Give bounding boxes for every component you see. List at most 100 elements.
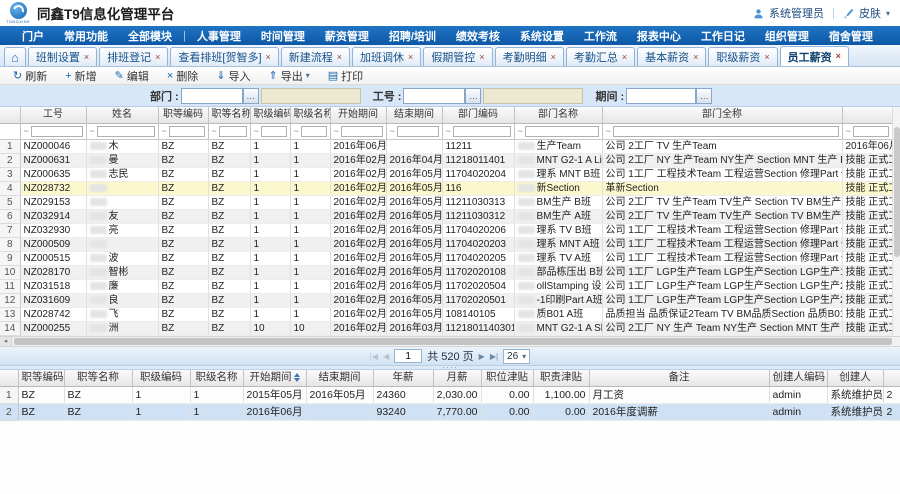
column-header[interactable]: 开始期间: [330, 107, 386, 123]
table-row[interactable]: 13NZ028742飞BZBZ112016年02月2016年05月1081401…: [0, 307, 892, 321]
column-header[interactable]: 创建人: [827, 370, 883, 386]
last-page-button[interactable]: ▶|: [490, 352, 498, 361]
period-browse-button[interactable]: …: [696, 88, 712, 104]
column-header[interactable]: 结束期间: [306, 370, 373, 386]
table-row[interactable]: 3NZ000635志民BZBZ112016年02月2016年05月1170402…: [0, 167, 892, 181]
delete-button[interactable]: ×删除: [158, 68, 207, 84]
menu-item-7[interactable]: 招聘/培训: [379, 28, 446, 44]
empid-filter-input[interactable]: [403, 88, 465, 104]
tab-9[interactable]: 基本薪资×: [637, 47, 706, 66]
scrollbar-thumb[interactable]: [14, 338, 892, 345]
menu-item-10[interactable]: 工作流: [574, 28, 627, 44]
tab-8[interactable]: 考勤汇总×: [566, 47, 635, 66]
table-row[interactable]: 7NZ032930亮BZBZ112016年02月2016年05月11704020…: [0, 223, 892, 237]
column-header[interactable]: 职等名称: [64, 370, 132, 386]
table-row[interactable]: 6NZ032914友BZBZ112016年02月2016年05月11211030…: [0, 209, 892, 223]
column-filter-input[interactable]: [853, 126, 889, 137]
table-row[interactable]: 5NZ029153BZBZ112016年02月2016年05月112110303…: [0, 195, 892, 209]
close-icon[interactable]: ×: [551, 53, 556, 62]
column-filter-input[interactable]: [219, 126, 247, 137]
column-header[interactable]: 职等名称: [208, 107, 250, 123]
close-icon[interactable]: ×: [622, 53, 627, 62]
column-header[interactable]: 工号: [20, 107, 86, 123]
prev-page-button[interactable]: ◀: [383, 352, 389, 361]
tab-2[interactable]: 排班登记×: [99, 47, 168, 66]
column-header[interactable]: [883, 370, 900, 386]
menu-item-9[interactable]: 系统设置: [510, 28, 574, 44]
column-header[interactable]: 职位津贴: [481, 370, 533, 386]
menu-item-14[interactable]: 宿舍管理: [819, 28, 883, 44]
column-filter-input[interactable]: [31, 126, 83, 137]
column-header[interactable]: 备注: [589, 370, 769, 386]
tab-5[interactable]: 加班调休×: [352, 47, 421, 66]
skin-button[interactable]: 皮肤: [859, 5, 881, 21]
column-header[interactable]: 创建人编码: [769, 370, 827, 386]
scrollbar-thumb[interactable]: [894, 127, 900, 257]
menu-item-1[interactable]: 门户: [12, 28, 54, 44]
page-size-select[interactable]: 26 ▾: [503, 349, 530, 364]
column-filter-input[interactable]: [397, 126, 439, 137]
horizontal-scrollbar[interactable]: ◂: [0, 336, 900, 347]
empid-browse-button[interactable]: …: [465, 88, 481, 104]
vertical-scrollbar[interactable]: [892, 107, 900, 336]
column-filter-input[interactable]: [613, 126, 839, 137]
close-icon[interactable]: ×: [266, 53, 271, 62]
print-button[interactable]: ▤打印: [319, 68, 372, 84]
tab-7[interactable]: 考勤明细×: [495, 47, 564, 66]
first-page-button[interactable]: |◀: [370, 352, 378, 361]
dept-browse-button[interactable]: …: [243, 88, 259, 104]
refresh-button[interactable]: ↻刷新: [4, 68, 56, 84]
column-header[interactable]: 职级编码: [250, 107, 290, 123]
table-row[interactable]: 14NZ000255洲BZBZ10102016年02月2016年03月11218…: [0, 321, 892, 335]
column-filter-input[interactable]: [261, 126, 287, 137]
close-icon[interactable]: ×: [155, 53, 160, 62]
import-button[interactable]: ⇓导入: [207, 68, 259, 84]
close-icon[interactable]: ×: [337, 53, 342, 62]
column-header[interactable]: 年薪: [373, 370, 433, 386]
column-header[interactable]: 职级名称: [290, 107, 330, 123]
table-row[interactable]: 2BZBZ112016年06月932407,770.000.000.002016…: [0, 403, 900, 420]
table-row[interactable]: 10NZ028170智彬BZBZ112016年02月2016年05月117020…: [0, 265, 892, 279]
menu-item-4[interactable]: 人事管理: [187, 28, 251, 44]
column-filter-input[interactable]: [301, 126, 327, 137]
close-icon[interactable]: ×: [84, 53, 89, 62]
tab-6[interactable]: 假期管控×: [423, 47, 492, 66]
tab-3[interactable]: 查看排班[贺智多]×: [170, 47, 278, 66]
table-row[interactable]: 8NZ000509BZBZ112016年02月2016年05月117040202…: [0, 237, 892, 251]
tab-1[interactable]: 班制设置×: [28, 47, 97, 66]
column-filter-input[interactable]: [97, 126, 155, 137]
next-page-button[interactable]: ▶: [479, 352, 485, 361]
column-header[interactable]: 结束期间: [386, 107, 442, 123]
scroll-left-button[interactable]: ◂: [0, 337, 12, 346]
column-header[interactable]: 职等编码: [18, 370, 64, 386]
column-filter-input[interactable]: [341, 126, 383, 137]
table-row[interactable]: 11NZ031518廉BZBZ112016年02月2016年05月1170202…: [0, 279, 892, 293]
column-header[interactable]: 部门全称: [602, 107, 842, 123]
menu-item-2[interactable]: 常用功能: [54, 28, 118, 44]
close-icon[interactable]: ×: [836, 52, 841, 61]
table-row[interactable]: 1NZ000046木BZBZ112016年06月11211生产Team公司 2工…: [0, 139, 892, 153]
period-filter-input[interactable]: [626, 88, 696, 104]
table-row[interactable]: 4NZ028732BZBZ112016年02月2016年05月116新Secti…: [0, 181, 892, 195]
tab-11[interactable]: 员工薪资×: [780, 46, 849, 66]
tab-10[interactable]: 职级薪资×: [708, 47, 777, 66]
menu-item-8[interactable]: 绩效考核: [446, 28, 510, 44]
close-icon[interactable]: ×: [693, 53, 698, 62]
column-header[interactable]: 职级编码: [132, 370, 190, 386]
home-tab[interactable]: ⌂: [4, 47, 26, 66]
user-name[interactable]: 系统管理员: [769, 5, 824, 21]
column-filter-input[interactable]: [169, 126, 205, 137]
column-filter-input[interactable]: [453, 126, 511, 137]
menu-item-12[interactable]: 工作日记: [691, 28, 755, 44]
dept-filter-input[interactable]: [181, 88, 243, 104]
column-header[interactable]: 开始期间: [243, 370, 306, 386]
column-header[interactable]: 职级名称: [190, 370, 243, 386]
table-row[interactable]: 9NZ000515波BZBZ112016年02月2016年05月11704020…: [0, 251, 892, 265]
column-filter-input[interactable]: [525, 126, 599, 137]
column-header[interactable]: [842, 107, 892, 123]
column-header[interactable]: 月薪: [433, 370, 481, 386]
menu-item-3[interactable]: 全部模块: [118, 28, 182, 44]
close-icon[interactable]: ×: [408, 53, 413, 62]
table-row[interactable]: 1BZBZ112015年05月2016年05月243602,030.000.00…: [0, 386, 900, 403]
export-button[interactable]: ⇑导出▾: [260, 68, 319, 84]
